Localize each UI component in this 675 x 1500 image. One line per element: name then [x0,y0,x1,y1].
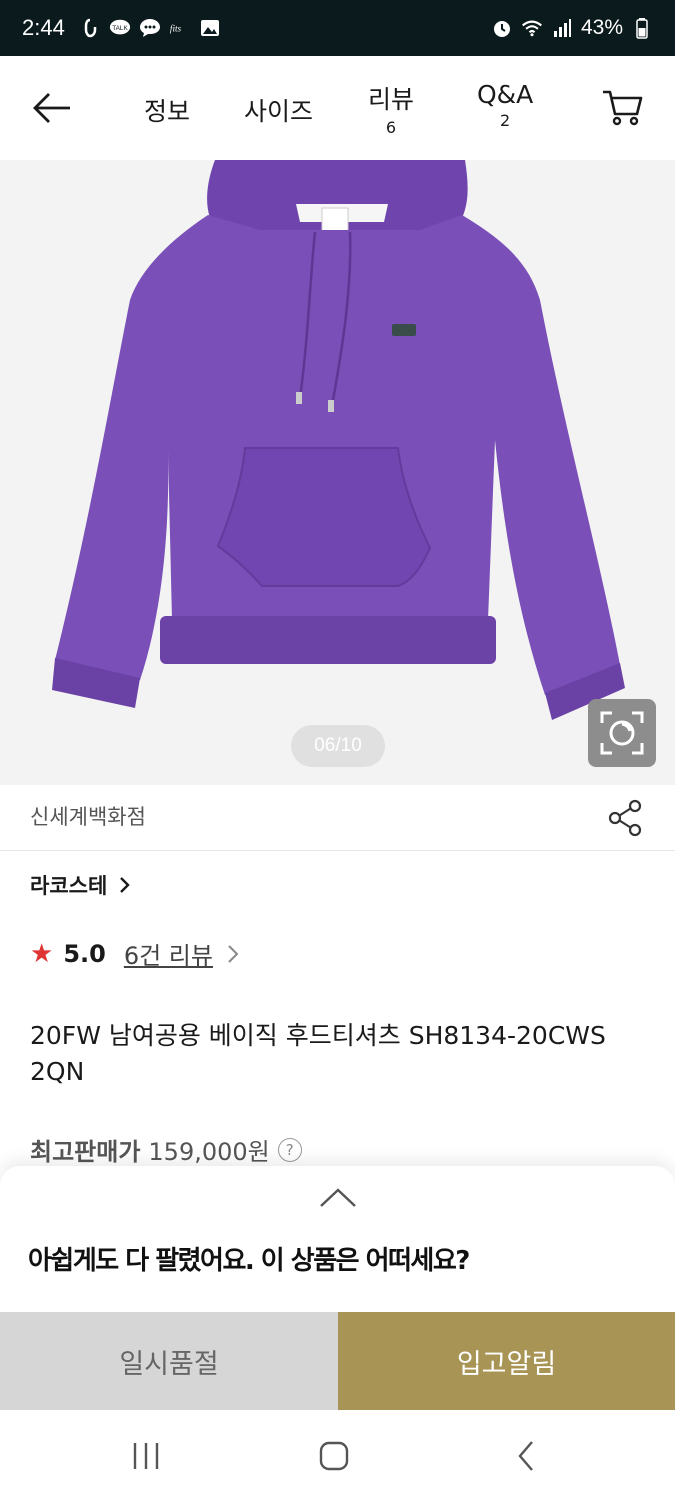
cart-icon [603,90,643,126]
tab-info-label: 정보 [144,97,191,126]
chevron-up-icon[interactable] [318,1186,358,1210]
chevron-left-icon [518,1441,533,1471]
tab-size[interactable]: 사이즈 [244,92,313,128]
app-icon: fits [169,17,191,39]
help-icon[interactable]: ? [277,1137,302,1162]
system-back-button[interactable] [506,1438,546,1474]
tab-qna-count: 2 [500,111,511,130]
tab-reviews-label: 리뷰 [368,85,415,114]
share-button[interactable] [607,799,643,837]
chevron-right-icon [228,944,239,963]
reviews-link[interactable]: 6건 리뷰 [124,936,213,971]
recents-button[interactable] [126,1438,166,1474]
tab-info[interactable]: 정보 [144,92,190,128]
alarm-icon [491,17,513,39]
battery-icon [631,17,653,39]
restock-notify-button[interactable]: 입고알림 [338,1312,675,1410]
product-title: 20FW 남여공용 베이직 후드티셔츠 SH8134-20CWS 2QN [30,1021,606,1086]
status-time: 2:44 [22,15,65,40]
back-button[interactable] [30,86,74,130]
gallery-page-indicator: 06/10 [291,725,385,767]
star-icon: ★ [30,938,54,969]
tab-qna[interactable]: Q&A 2 [477,80,533,130]
svg-text:fits: fits [170,24,182,34]
status-bar: 2:44 TALK fits 43% [0,0,675,56]
tab-size-label: 사이즈 [244,97,314,126]
wifi-icon [521,17,543,39]
hoodie-image [52,160,625,720]
tab-reviews[interactable]: 리뷰 6 [368,80,414,137]
status-icons-left: TALK fits [79,17,221,39]
product-image-carousel[interactable]: 06/10 [0,160,675,785]
home-icon [319,1441,349,1471]
chat-icon [139,17,161,39]
gallery-icon [199,17,221,39]
rating-score: 5.0 [63,939,106,968]
chevron-right-icon [120,877,130,893]
sheet-title: 아쉽게도 다 팔렸어요. 이 상품은 어떠세요? [28,1246,470,1276]
tab-qna-label: Q&A [477,80,534,109]
cart-button[interactable] [601,88,645,128]
recommendation-sheet[interactable]: 아쉽게도 다 팔렸어요. 이 상품은 어떠세요? [0,1166,675,1312]
store-row: 신세계백화점 [0,785,675,851]
system-nav-bar [0,1410,675,1500]
battery-percent: 43% [580,16,623,39]
price-row: 최고판매가 159,000원 ? [30,1132,302,1167]
visual-search-button[interactable] [588,699,656,767]
camera-lens-icon [600,711,644,755]
hand-notification-icon [79,17,101,39]
status-right: 43% [491,16,653,40]
brand-link[interactable]: 라코스테 [30,870,131,900]
price-label: 최고판매가 [30,1138,141,1166]
price-value: 159,000원 [148,1138,270,1166]
recents-icon [133,1443,159,1469]
talk-icon: TALK [109,17,131,39]
store-name: 신세계백화점 [30,805,146,829]
brand-name: 라코스테 [30,874,108,898]
signal-icon [551,17,573,39]
action-bar: 일시품절 입고알림 [0,1312,675,1410]
svg-text:TALK: TALK [112,25,128,32]
home-button[interactable] [314,1438,354,1474]
share-icon [608,799,642,837]
soldout-button[interactable]: 일시품절 [0,1312,338,1410]
top-nav: 정보 사이즈 리뷰 6 Q&A 2 [0,56,675,160]
arrow-left-icon [33,93,70,123]
rating-row[interactable]: ★ 5.0 6건 리뷰 [30,936,239,971]
tab-reviews-count: 6 [385,118,397,137]
